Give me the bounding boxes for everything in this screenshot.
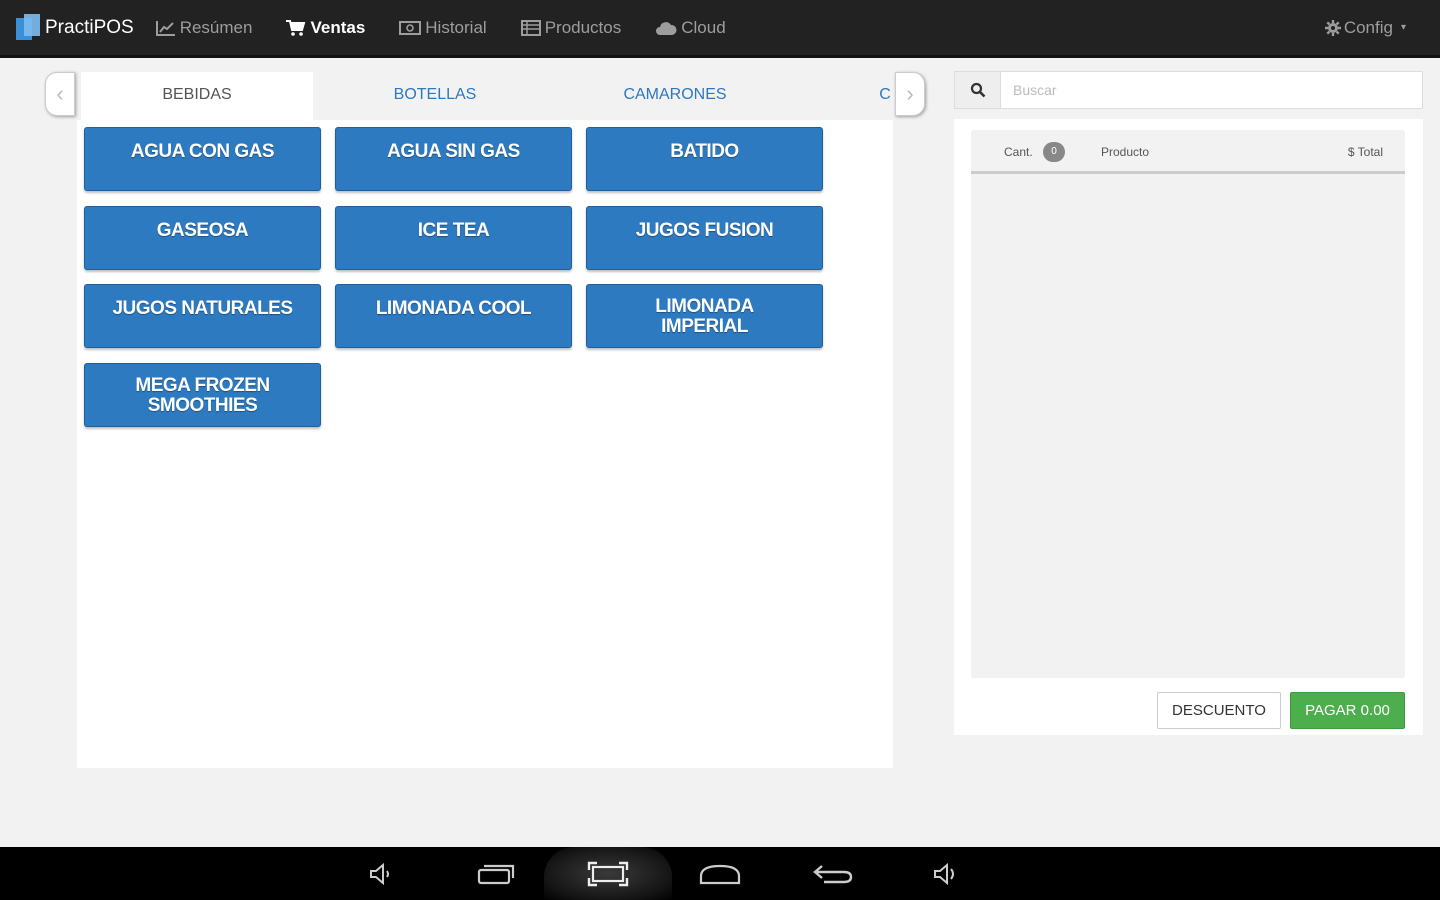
col-product: Producto	[1101, 145, 1150, 159]
volume-down-button[interactable]	[356, 855, 406, 893]
chevron-down-icon: ▾	[1400, 22, 1406, 33]
product-button[interactable]: MEGA FROZEN SMOOTHIES	[84, 363, 321, 427]
item-count-badge: 0	[1043, 142, 1065, 162]
home-icon	[699, 864, 741, 885]
brand[interactable]: PractiPOS	[16, 13, 134, 42]
order-panel: Cant. 0 Producto $ Total DESCUENTO PAGAR…	[954, 119, 1423, 735]
nav-item-label: Ventas	[310, 17, 366, 37]
product-button[interactable]: JUGOS NATURALES	[84, 284, 321, 348]
nav-item-cloud[interactable]: Cloud	[655, 17, 726, 38]
tab-partial[interactable]: C	[877, 72, 893, 120]
home-button[interactable]	[695, 855, 745, 893]
cart-icon	[286, 19, 306, 36]
search-input[interactable]	[1001, 72, 1422, 108]
product-button[interactable]: LIMONADA IMPERIAL	[586, 284, 823, 348]
pay-button[interactable]: PAGAR 0.00	[1290, 692, 1405, 729]
config-label: Config	[1343, 17, 1393, 37]
back-button[interactable]	[808, 855, 858, 893]
back-icon	[813, 865, 853, 884]
product-button[interactable]: AGUA CON GAS	[84, 127, 321, 191]
category-tabs: BEBIDAS BOTELLAS CAMARONES C	[77, 72, 893, 120]
nav-item-resumen[interactable]: Resúmen	[155, 17, 253, 38]
nav-item-productos[interactable]: Productos	[520, 17, 622, 38]
discount-button[interactable]: DESCUENTO	[1157, 692, 1281, 729]
chart-icon	[155, 20, 175, 36]
product-button[interactable]: AGUA SIN GAS	[335, 127, 572, 191]
volume-down-icon	[370, 862, 389, 886]
system-navigation-bar	[0, 847, 1440, 900]
tabs-scroll-right-button[interactable]: ›	[895, 72, 925, 116]
list-icon	[520, 19, 541, 36]
nav-item-label: Historial	[425, 17, 487, 37]
product-button[interactable]: GASEOSA	[84, 206, 321, 270]
product-button[interactable]: BATIDO	[586, 127, 823, 191]
product-panel: BEBIDAS BOTELLAS CAMARONES C AGUA CON GA…	[77, 72, 893, 768]
col-total: $ Total	[1347, 145, 1383, 159]
tab-camarones[interactable]: CAMARONES	[557, 72, 793, 120]
product-button[interactable]: ICE TEA	[335, 206, 572, 270]
config-menu[interactable]: Config ▾	[1324, 17, 1406, 38]
chevron-left-icon: ‹	[56, 81, 64, 106]
search-box	[954, 71, 1423, 109]
col-quantity: Cant.	[1004, 145, 1033, 159]
volume-up-button[interactable]	[920, 855, 970, 893]
brand-name: PractiPOS	[45, 16, 134, 38]
volume-up-icon	[934, 862, 954, 886]
recent-apps-button[interactable]	[471, 855, 521, 893]
tab-bebidas[interactable]: BEBIDAS	[81, 72, 313, 120]
order-table-header: Cant. 0 Producto $ Total	[971, 130, 1405, 174]
screenshot-icon	[587, 861, 629, 887]
nav-item-historial[interactable]: Historial	[399, 17, 487, 38]
chevron-right-icon: ›	[906, 81, 914, 106]
order-table: Cant. 0 Producto $ Total	[971, 130, 1405, 678]
search-icon	[970, 82, 985, 98]
money-icon	[399, 20, 422, 35]
nav-item-label: Resúmen	[179, 17, 253, 37]
product-button[interactable]: JUGOS FUSION	[586, 206, 823, 270]
tab-botellas[interactable]: BOTELLAS	[317, 72, 553, 120]
nav-item-ventas[interactable]: Ventas	[286, 18, 365, 38]
top-navbar: PractiPOS Resúmen Ventas Historial Produ…	[0, 0, 1440, 58]
nav-item-label: Productos	[544, 17, 622, 37]
nav-item-label: Cloud	[681, 17, 726, 37]
screenshot-button[interactable]	[583, 855, 633, 893]
practipos-logo-icon	[16, 13, 42, 42]
tabs-scroll-left-button[interactable]: ‹	[45, 72, 75, 116]
search-button[interactable]	[955, 72, 1001, 108]
product-button[interactable]: LIMONADA COOL	[335, 284, 572, 348]
nav-menu: Resúmen Ventas Historial Productos Cloud	[155, 17, 760, 38]
cloud-icon	[656, 21, 677, 35]
recent-apps-icon	[477, 864, 515, 885]
gear-icon	[1324, 19, 1341, 36]
